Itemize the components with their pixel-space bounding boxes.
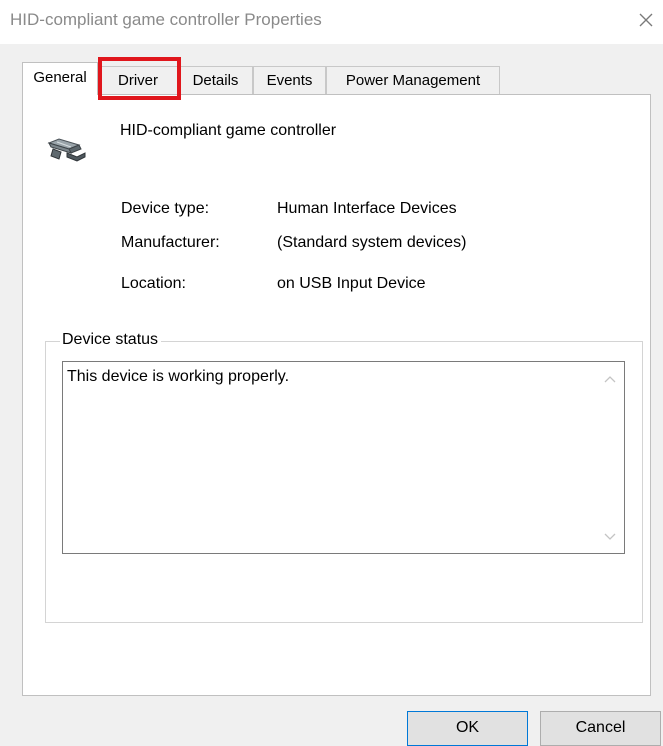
device-status-group: Device status This device is working pro… [45, 331, 643, 623]
ok-button[interactable]: OK [407, 711, 528, 746]
tab-power-management[interactable]: Power Management [326, 66, 500, 94]
device-name: HID-compliant game controller [120, 122, 337, 139]
chevron-down-icon [604, 533, 616, 540]
scroll-down-button[interactable] [601, 530, 619, 544]
device-status-text: This device is working properly. [67, 368, 290, 385]
chevron-up-icon [604, 376, 616, 383]
device-type-value: Human Interface Devices [277, 200, 457, 217]
location-value: on USB Input Device [277, 275, 426, 292]
tab-details[interactable]: Details [178, 66, 253, 94]
manufacturer-value: (Standard system devices) [277, 234, 467, 251]
close-icon [639, 13, 653, 27]
cancel-button[interactable]: Cancel [540, 711, 661, 746]
window-title: HID-compliant game controller Properties [10, 10, 322, 29]
scroll-up-button[interactable] [601, 372, 619, 386]
title-bar: HID-compliant game controller Properties [0, 0, 663, 44]
tab-driver[interactable]: Driver [98, 66, 178, 94]
location-label: Location: [121, 275, 186, 292]
general-tab-panel: HID-compliant game controller Device typ… [22, 94, 651, 696]
manufacturer-label: Manufacturer: [121, 234, 220, 251]
properties-dialog: HID-compliant game controller Properties… [0, 0, 663, 746]
tab-general[interactable]: General [22, 62, 98, 95]
device-status-legend: Device status [60, 331, 162, 349]
game-controller-icon [45, 135, 87, 163]
tab-events[interactable]: Events [253, 66, 326, 94]
close-button[interactable] [632, 6, 660, 34]
device-type-label: Device type: [121, 200, 210, 217]
device-status-textbox[interactable]: This device is working properly. [62, 361, 625, 554]
